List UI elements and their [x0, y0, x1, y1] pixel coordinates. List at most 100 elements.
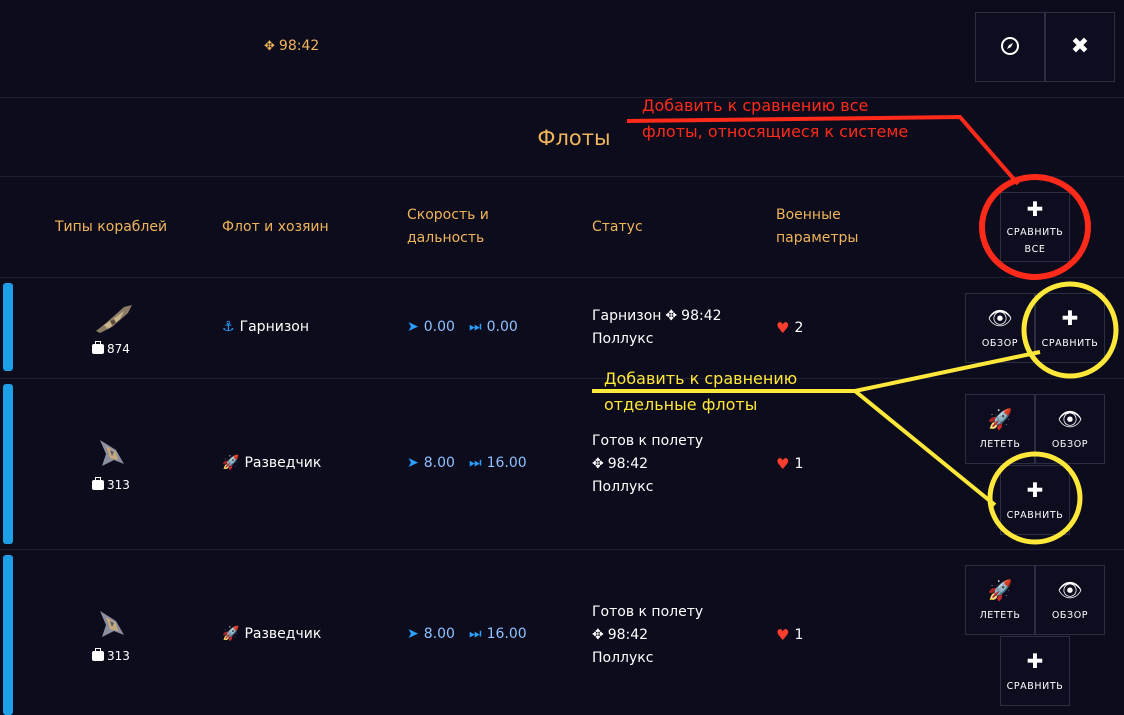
cargo-value: 313	[107, 649, 130, 663]
annotation-red-line1: Добавить к сравнению все	[642, 96, 869, 115]
status-system: Поллукс	[592, 331, 654, 347]
column-header-status: Статус	[592, 219, 643, 235]
compare-button-label: СРАВНИТЬ	[1006, 680, 1064, 692]
rocket-icon: 🚀	[987, 406, 1013, 431]
column-header-military-line2: параметры	[776, 230, 859, 246]
section-title: Флоты	[537, 126, 611, 150]
annotation-yellow-line1: Добавить к сравнению	[604, 369, 798, 388]
compass-icon	[1000, 36, 1020, 59]
fleet-owner-name: Разведчик	[244, 626, 322, 642]
status-system: Поллукс	[592, 650, 654, 666]
view-button-label: ОБЗОР	[981, 337, 1019, 349]
fleet-speed-value: 8.00	[423, 626, 455, 642]
navigation-arrow-icon: ➤	[407, 319, 419, 335]
cargo-capacity: 874	[92, 341, 130, 356]
navigation-arrow-icon: ➤	[407, 455, 419, 471]
heart-icon: ♥	[776, 455, 790, 473]
fleet-owner[interactable]: ⚓ Гарнизон	[222, 319, 309, 335]
fleet-owner[interactable]: 🚀 Разведчик	[222, 455, 321, 471]
heart-icon: ♥	[776, 626, 790, 644]
top-coordinates-value: 98:42	[278, 38, 320, 54]
fleet-military: ♥ 2	[776, 319, 803, 337]
compare-button-label: СРАВНИТЬ	[1041, 337, 1099, 349]
status-text: Готов к полету	[592, 604, 704, 620]
fleet-speed-value: 0.00	[423, 319, 455, 335]
fly-button[interactable]: 🚀 ЛЕТЕТЬ	[965, 565, 1035, 635]
navigation-arrow-icon: ➤	[407, 626, 419, 642]
divider	[0, 97, 1124, 98]
fleet-owner-name: Гарнизон	[239, 319, 309, 335]
fly-button-label: ЛЕТЕТЬ	[979, 609, 1021, 621]
annotation-yellow-line2: отдельные флоты	[604, 395, 758, 414]
crosshair-icon: ✥	[592, 456, 604, 472]
compass-button[interactable]	[975, 12, 1045, 82]
divider	[0, 549, 1124, 550]
plus-icon: ✚	[1061, 305, 1079, 330]
column-header-speed-line2: дальность	[407, 230, 485, 246]
fast-forward-icon: ⏭	[469, 626, 482, 642]
column-header-fleet-owner: Флот и хозяин	[222, 219, 329, 235]
compare-button[interactable]: ✚ СРАВНИТЬ	[1000, 465, 1070, 535]
view-button[interactable]: 👁 ОБЗОР	[1035, 394, 1105, 464]
status-text: Гарнизон	[592, 308, 662, 324]
status-coordinates[interactable]: 98:42	[608, 624, 648, 647]
annotation-red-line2: флоты, относящиеся к системе	[642, 122, 909, 141]
top-coordinates: ✥ 98:42	[264, 38, 319, 54]
rocket-icon: 🚀	[987, 577, 1013, 602]
status-coordinates[interactable]: 98:42	[681, 305, 721, 328]
fleet-row-indicator	[3, 555, 13, 715]
compare-all-button[interactable]: ✚ СРАВНИТЬ ВСЕ	[1000, 192, 1070, 262]
crosshair-icon: ✥	[592, 627, 604, 643]
fleet-speed-value: 8.00	[423, 455, 455, 471]
close-button[interactable]: ✖	[1045, 12, 1115, 82]
annotation-overlay	[592, 114, 1119, 545]
view-button[interactable]: 👁 ОБЗОР	[1035, 565, 1105, 635]
fleet-range: ⏭ 0.00	[469, 319, 518, 335]
status-coordinates[interactable]: 98:42	[608, 453, 648, 476]
fleet-range-value: 16.00	[486, 626, 527, 642]
fast-forward-icon: ⏭	[469, 455, 482, 471]
fleet-military: ♥ 1	[776, 626, 803, 644]
compare-all-label-2: ВСЕ	[1024, 244, 1046, 255]
fleet-status: Гарнизон ✥ 98:42 Поллукс	[592, 305, 722, 351]
fleet-owner-name: Разведчик	[244, 455, 322, 471]
column-header-speed-line1: Скорость и	[407, 207, 489, 223]
briefcase-icon	[92, 477, 104, 490]
ship-image-scout	[96, 436, 136, 472]
column-header-speed: Скорость и дальность	[407, 204, 489, 250]
cargo-value: 874	[107, 342, 130, 356]
fleet-owner[interactable]: 🚀 Разведчик	[222, 626, 321, 642]
compare-button[interactable]: ✚ СРАВНИТЬ	[1000, 636, 1070, 706]
rocket-icon: 🚀	[222, 626, 240, 642]
fleet-status: Готов к полету ✥ 98:42 Поллукс	[592, 601, 703, 670]
briefcase-icon	[92, 648, 104, 661]
ship-image-garrison	[94, 301, 134, 337]
fleet-military-value: 2	[794, 320, 804, 336]
fleet-range-value: 16.00	[486, 455, 527, 471]
cargo-capacity: 313	[92, 648, 130, 663]
compare-button[interactable]: ✚ СРАВНИТЬ	[1035, 293, 1105, 363]
fleet-speed: ➤ 8.00	[407, 455, 455, 471]
column-header-ship-types: Типы кораблей	[55, 219, 168, 235]
fleet-status: Готов к полету ✥ 98:42 Поллукс	[592, 430, 703, 499]
status-text: Готов к полету	[592, 433, 704, 449]
plus-icon: ✚	[1026, 197, 1044, 221]
annotation-yellow-text: Добавить к сравнению отдельные флоты	[604, 366, 797, 418]
fleet-military-value: 1	[794, 627, 804, 643]
divider	[0, 176, 1124, 177]
crosshair-icon: ✥	[264, 38, 275, 54]
view-button[interactable]: 👁 ОБЗОР	[965, 293, 1035, 363]
view-button-label: ОБЗОР	[1051, 438, 1089, 450]
fly-button[interactable]: 🚀 ЛЕТЕТЬ	[965, 394, 1035, 464]
cargo-capacity: 313	[92, 477, 130, 492]
fleet-military-value: 1	[794, 456, 804, 472]
fleet-row-indicator	[3, 384, 13, 544]
compare-button-label: СРАВНИТЬ	[1006, 509, 1064, 521]
fleet-range: ⏭ 16.00	[469, 626, 527, 642]
column-header-military-line1: Военные	[776, 207, 841, 223]
view-button-label: ОБЗОР	[1051, 609, 1089, 621]
briefcase-icon	[92, 341, 104, 354]
fast-forward-icon: ⏭	[469, 319, 482, 335]
crosshair-icon: ✥	[665, 308, 678, 324]
eye-icon: 👁	[1057, 406, 1083, 431]
